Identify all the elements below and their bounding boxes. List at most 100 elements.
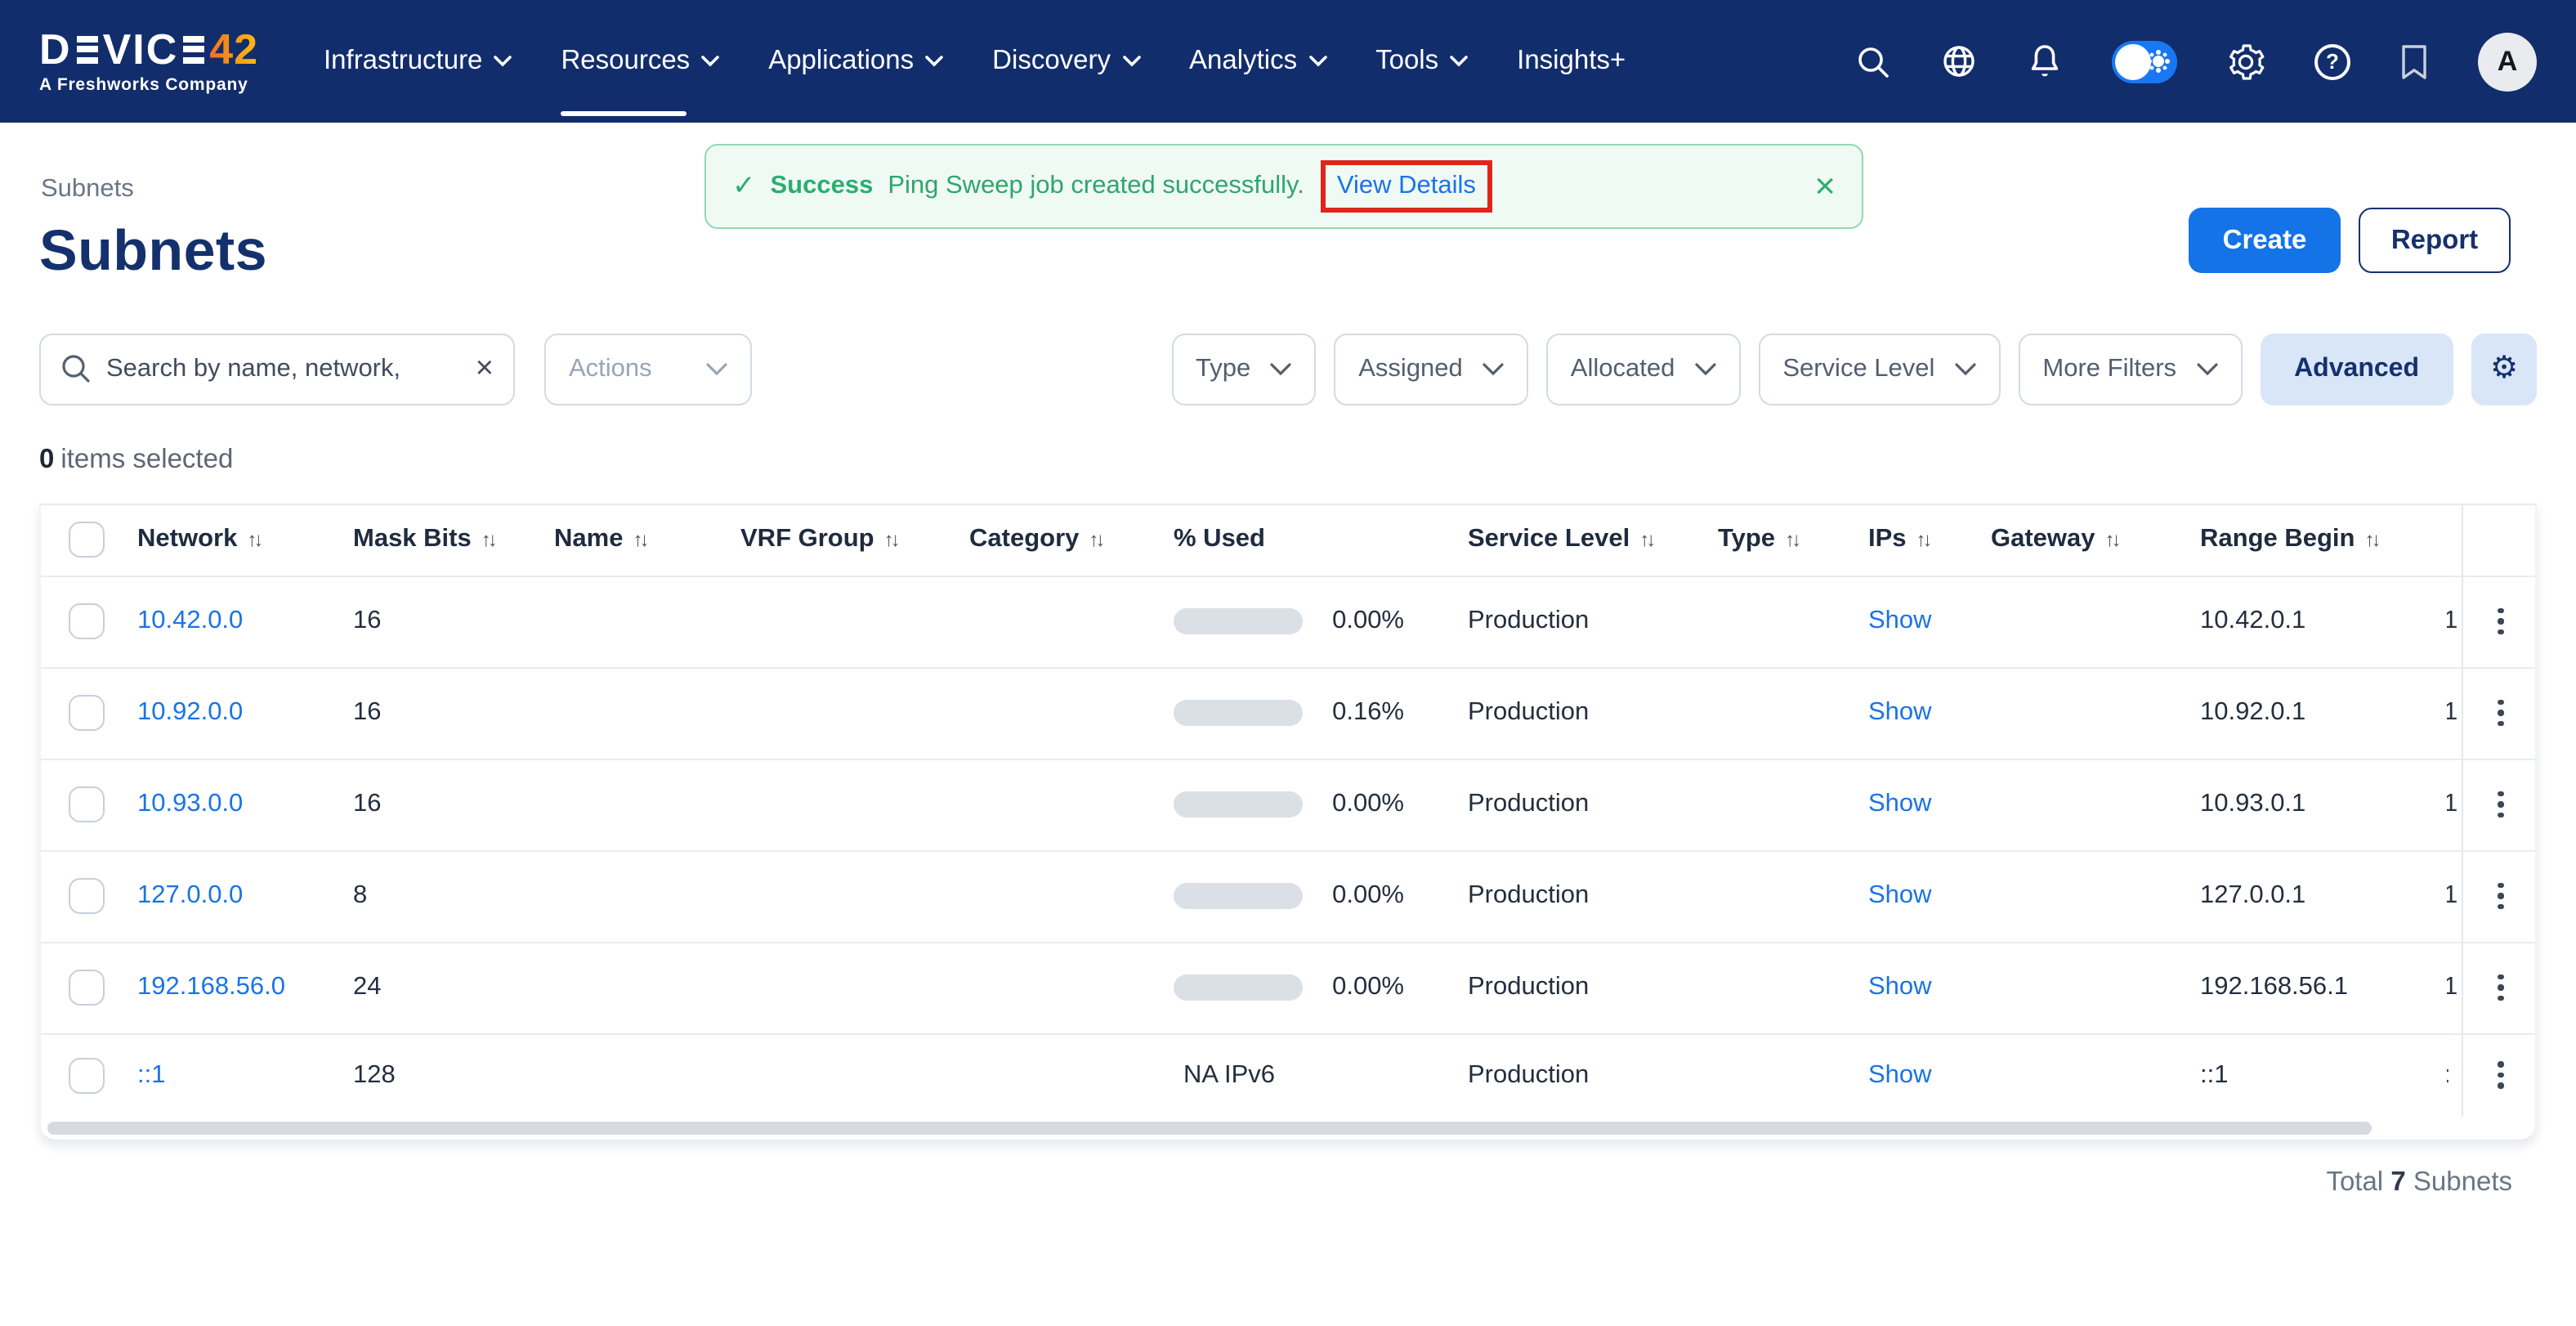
usage-progress-bar [1174, 883, 1303, 909]
settings-gear-icon[interactable] [2226, 42, 2265, 81]
table-settings-gear-icon[interactable]: ⚙ [2471, 333, 2537, 405]
actions-dropdown[interactable]: Actions [544, 333, 752, 405]
search-placeholder: Search by name, network, [106, 354, 461, 383]
col-network[interactable]: Network↑↓ [123, 525, 338, 554]
sort-icon[interactable]: ↑↓ [1916, 528, 1930, 551]
sort-icon[interactable]: ↑↓ [1089, 528, 1102, 551]
col-label: VRF Group [740, 525, 874, 554]
row-menu-kebab-icon[interactable] [2492, 693, 2511, 733]
chevron-down-icon [1308, 56, 1326, 67]
nav-label: Analytics [1189, 46, 1297, 77]
row-menu-kebab-icon[interactable] [2492, 968, 2511, 1008]
row-checkbox[interactable] [69, 603, 105, 639]
row-menu-kebab-icon[interactable] [2492, 876, 2511, 916]
row-checkbox[interactable] [69, 695, 105, 731]
notifications-bell-icon[interactable] [2027, 42, 2063, 81]
network-link[interactable]: 10.93.0.0 [137, 790, 243, 818]
col-category[interactable]: Category↑↓ [955, 525, 1159, 554]
select-all-checkbox[interactable] [69, 522, 105, 558]
cell-action [2462, 851, 2537, 941]
table-body: 10.42.0.0 16 0.00% Production Show 10.42… [41, 576, 2535, 1116]
nav-item-tools[interactable]: Tools [1375, 0, 1468, 123]
cell-action [2462, 759, 2537, 849]
chevron-down-icon [2196, 362, 2217, 375]
clear-search-icon[interactable]: × [476, 353, 494, 384]
filter-toolbar: Search by name, network, × Actions Type … [39, 333, 2537, 405]
sort-icon[interactable]: ↑↓ [884, 528, 897, 551]
nav-item-applications[interactable]: Applications [768, 0, 943, 123]
usage-progress-bar [1174, 974, 1303, 1001]
col-mask-bits[interactable]: Mask Bits↑↓ [338, 525, 539, 554]
col-range-begin[interactable]: Range Begin ↑↓ [2185, 525, 2447, 554]
theme-toggle[interactable] [2112, 40, 2177, 83]
sort-icon[interactable]: ↑↓ [2364, 528, 2377, 551]
sort-icon[interactable]: ↑↓ [247, 528, 260, 551]
ips-show-link[interactable]: Show [1868, 790, 1932, 818]
col-gateway[interactable]: Gateway↑↓ [1976, 525, 2185, 554]
device42-logo[interactable]: D VIC 42 A Freshworks Company [39, 28, 281, 95]
create-button[interactable]: Create [2189, 208, 2341, 273]
globe-icon[interactable] [1940, 43, 1978, 80]
row-checkbox[interactable] [69, 878, 105, 914]
ips-show-link[interactable]: Show [1868, 973, 1932, 1001]
network-link[interactable]: 10.42.0.0 [137, 607, 243, 634]
bookmark-icon[interactable] [2399, 43, 2429, 79]
advanced-button[interactable]: Advanced [2260, 333, 2453, 405]
sort-icon[interactable]: ↑↓ [1785, 528, 1798, 551]
app-window: D VIC 42 A Freshworks Company Infrastruc… [0, 0, 2576, 1326]
logo-wordmark: D VIC 42 [39, 28, 281, 70]
filter-assigned[interactable]: Assigned [1334, 333, 1528, 405]
sort-icon[interactable]: ↑↓ [2105, 528, 2118, 551]
filter-more-filters[interactable]: More Filters [2018, 333, 2242, 405]
clipped-text: 1 [2447, 790, 2457, 819]
ips-show-link[interactable]: Show [1868, 698, 1932, 726]
search-icon[interactable] [1855, 43, 1891, 79]
col-vrf-group[interactable]: VRF Group ↑↓ [726, 525, 955, 554]
col-ips[interactable]: IPs↑↓ [1854, 525, 1976, 554]
search-input[interactable]: Search by name, network, × [39, 333, 515, 405]
row-menu-kebab-icon[interactable] [2492, 602, 2511, 642]
sort-icon[interactable]: ↑↓ [633, 528, 646, 551]
view-details-link[interactable]: View Details [1337, 172, 1476, 199]
cell-network: 192.168.56.0 [123, 973, 338, 1002]
report-button[interactable]: Report [2359, 208, 2511, 273]
cell-network: 10.93.0.0 [123, 790, 338, 819]
nav-item-resources[interactable]: Resources [561, 0, 719, 123]
row-menu-kebab-icon[interactable] [2492, 785, 2511, 825]
page-actions: Create Report [2189, 208, 2511, 273]
filter-allocated[interactable]: Allocated [1546, 333, 1741, 405]
network-link[interactable]: 10.92.0.0 [137, 698, 243, 726]
filter-service-level[interactable]: Service Level [1758, 333, 2000, 405]
col-name[interactable]: Name↑↓ [539, 525, 726, 554]
col-type[interactable]: Type↑↓ [1703, 525, 1854, 554]
ips-show-link[interactable]: Show [1868, 1060, 1932, 1088]
network-link[interactable]: 127.0.0.0 [137, 881, 243, 909]
close-icon[interactable]: × [1814, 168, 1836, 204]
sort-icon[interactable]: ↑↓ [481, 528, 494, 551]
row-checkbox[interactable] [69, 1057, 105, 1093]
ips-show-link[interactable]: Show [1868, 881, 1932, 909]
nav-item-discovery[interactable]: Discovery [992, 0, 1140, 123]
cell-used: 0.00% [1159, 607, 1453, 636]
cell-used: 0.00% [1159, 973, 1453, 1002]
network-link[interactable]: 192.168.56.0 [137, 973, 285, 1001]
help-icon[interactable]: ? [2314, 43, 2350, 79]
scrollbar-thumb[interactable] [47, 1121, 2372, 1134]
row-menu-kebab-icon[interactable] [2492, 1055, 2511, 1095]
selection-label: items selected [60, 444, 233, 473]
user-avatar[interactable]: A [2478, 32, 2537, 91]
nav-item-infrastructure[interactable]: Infrastructure [324, 0, 512, 123]
col-label: Range Begin [2200, 525, 2355, 554]
usage-progress-bar [1174, 791, 1303, 818]
sort-icon[interactable]: ↑↓ [1639, 528, 1652, 551]
ips-show-link[interactable]: Show [1868, 607, 1932, 634]
col-used: % Used [1159, 525, 1453, 554]
row-checkbox[interactable] [69, 970, 105, 1006]
filter-type[interactable]: Type [1171, 333, 1316, 405]
network-link[interactable]: ::1 [137, 1060, 165, 1088]
col-service-level[interactable]: Service Level↑↓ [1453, 525, 1703, 554]
row-checkbox[interactable] [69, 786, 105, 822]
nav-item-analytics[interactable]: Analytics [1189, 0, 1326, 123]
nav-item-insights[interactable]: Insights+ [1517, 0, 1626, 123]
nav-label: Insights+ [1517, 46, 1626, 77]
